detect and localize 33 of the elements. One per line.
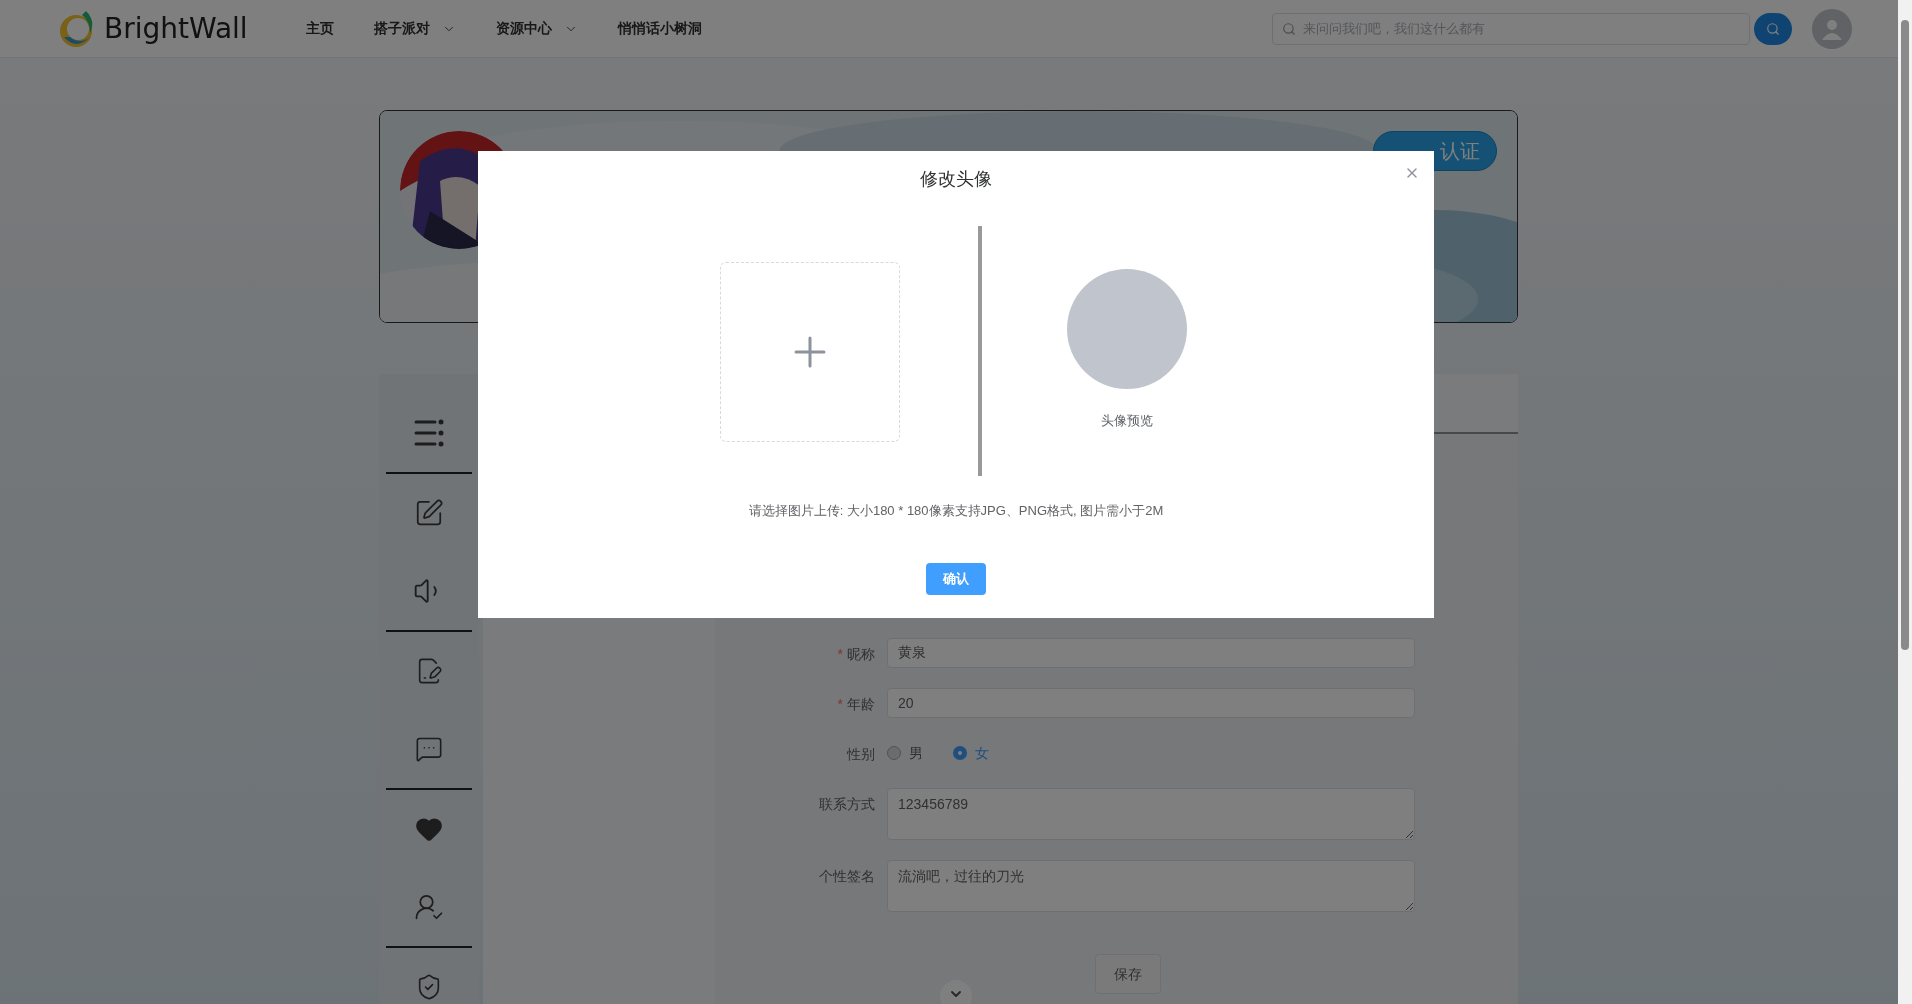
required-mark: *	[837, 695, 843, 714]
field-label: 联系方式	[819, 795, 875, 814]
radio-label: 女	[975, 743, 989, 763]
field-label: 年龄	[847, 695, 875, 714]
text-field[interactable]: 20	[887, 688, 1415, 718]
field-label: 个性签名	[819, 867, 875, 886]
edit-icon[interactable]	[414, 498, 444, 528]
search-icon	[1766, 21, 1780, 36]
chat-icon[interactable]	[415, 735, 443, 763]
field-label: 性别	[847, 745, 875, 764]
nav-link[interactable]: 悄悄话小树洞	[617, 18, 702, 39]
menu-icon[interactable]	[413, 418, 445, 448]
nav-link[interactable]: 主页	[305, 18, 334, 39]
upload-hint: 请选择图片上传: 大小180 * 180像素支持JPG、PNG格式, 图片需小于2M	[748, 502, 1164, 520]
radio-button[interactable]	[953, 746, 967, 760]
search-button[interactable]	[1754, 12, 1792, 45]
nav-link[interactable]: 资源中心	[495, 18, 578, 39]
text-area[interactable]: 流淌吧，过往的刀光	[887, 860, 1415, 912]
heart-icon[interactable]	[415, 815, 443, 843]
field-label: 昵称	[847, 645, 875, 664]
search-icon	[1282, 21, 1296, 36]
text-area[interactable]: 123456789	[887, 788, 1415, 840]
nav-link[interactable]: 搭子派对	[373, 18, 456, 39]
required-mark: *	[837, 645, 843, 664]
radio-option[interactable]: 男	[887, 742, 923, 764]
radio-button[interactable]	[887, 746, 901, 760]
confirm-button[interactable]: 确认	[926, 562, 986, 595]
text-field[interactable]: 黄泉	[887, 638, 1415, 668]
radio-option[interactable]: 女	[953, 742, 989, 764]
logo-text[interactable]: BrightWall	[104, 7, 248, 50]
preview-label: 头像预览	[1101, 412, 1153, 430]
save-button[interactable]: 保存	[1094, 954, 1161, 994]
radio-label: 男	[909, 743, 923, 763]
